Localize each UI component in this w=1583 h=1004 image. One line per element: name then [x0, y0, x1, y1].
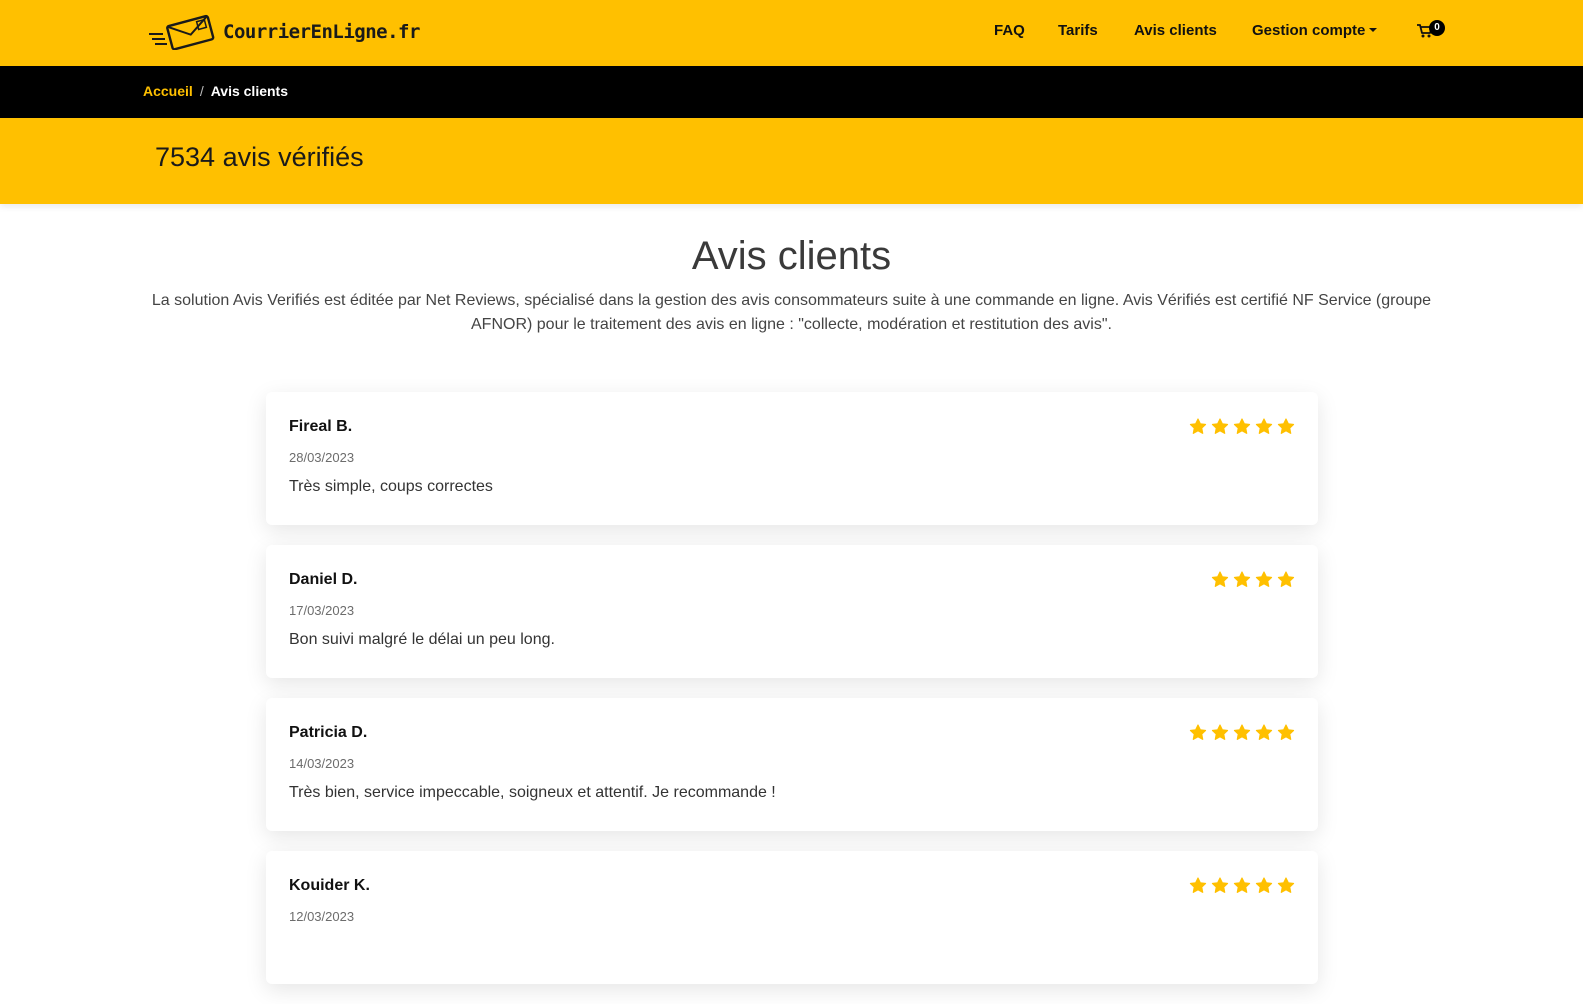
review-date: 12/03/2023	[289, 909, 355, 924]
star-icon	[1211, 418, 1229, 434]
star-rating	[1189, 417, 1295, 437]
reviewer-name: Fireal B.	[289, 418, 353, 435]
top-navbar: CourrierEnLigne.fr FAQ Tarifs Avis clien…	[0, 0, 1583, 66]
breadcrumb-home[interactable]: Accueil	[143, 83, 193, 99]
nav-avis-clients[interactable]: Avis clients	[1134, 22, 1217, 39]
breadcrumb-separator: /	[199, 83, 204, 99]
site-name: CourrierEnLigne.fr	[223, 21, 420, 43]
star-icon	[1277, 418, 1295, 434]
reviewer-name: Daniel D.	[289, 571, 358, 588]
review-card: Daniel D. 17/03/2023 Bon suivi malgré le…	[266, 545, 1318, 678]
star-icon	[1189, 724, 1207, 740]
breadcrumb-bar: Accueil / Avis clients	[0, 66, 1583, 118]
page-title: Avis clients	[691, 234, 892, 278]
review-text: Bon suivi malgré le délai un peu long.	[289, 631, 555, 648]
envelope-icon	[149, 14, 215, 50]
caret-down-icon	[1369, 28, 1378, 32]
review-card: Patricia D. 14/03/2023 Très bien, servic…	[266, 698, 1318, 831]
star-icon	[1277, 724, 1295, 740]
star-icon	[1255, 571, 1273, 587]
cart-button[interactable]: 0	[1417, 20, 1445, 42]
site-logo[interactable]: CourrierEnLigne.fr	[149, 14, 420, 50]
star-icon	[1211, 877, 1229, 893]
cart-count-badge: 0	[1429, 20, 1445, 36]
review-card: Kouider K. 12/03/2023	[266, 851, 1318, 984]
star-rating	[1189, 723, 1295, 743]
star-rating	[1211, 570, 1295, 590]
star-icon	[1233, 571, 1251, 587]
star-icon	[1255, 418, 1273, 434]
star-icon	[1189, 877, 1207, 893]
nav-faq[interactable]: FAQ	[994, 22, 1025, 39]
breadcrumb: Accueil / Avis clients	[143, 83, 288, 99]
review-date: 28/03/2023	[289, 450, 355, 465]
star-icon	[1233, 877, 1251, 893]
intro-text: La solution Avis Verifiés est éditée par…	[151, 292, 1432, 333]
star-icon	[1277, 877, 1295, 893]
review-date: 17/03/2023	[289, 603, 355, 618]
star-icon	[1255, 724, 1273, 740]
star-icon	[1255, 877, 1273, 893]
review-date: 14/03/2023	[289, 756, 355, 771]
review-text: Très bien, service impeccable, soigneux …	[289, 784, 776, 801]
nav-gestion-compte-label: Gestion compte	[1252, 22, 1366, 39]
star-icon	[1211, 571, 1229, 587]
review-text: Très simple, coups correctes	[289, 478, 493, 495]
star-icon	[1211, 724, 1229, 740]
reviewer-name: Patricia D.	[289, 724, 368, 741]
star-rating	[1189, 876, 1295, 896]
reviewer-name: Kouider K.	[289, 877, 370, 894]
star-icon	[1233, 724, 1251, 740]
review-list: Fireal B. 28/03/2023 Très simple, coups …	[266, 392, 1318, 1004]
nav-tarifs[interactable]: Tarifs	[1058, 22, 1098, 39]
review-card: Fireal B. 28/03/2023 Très simple, coups …	[266, 392, 1318, 525]
star-icon	[1233, 418, 1251, 434]
verified-reviews-count: 7534 avis vérifiés	[155, 142, 364, 172]
breadcrumb-current: Avis clients	[210, 83, 288, 99]
hero-band: 7534 avis vérifiés	[0, 118, 1583, 204]
star-icon	[1277, 571, 1295, 587]
star-icon	[1189, 418, 1207, 434]
nav-gestion-compte[interactable]: Gestion compte	[1252, 22, 1378, 39]
